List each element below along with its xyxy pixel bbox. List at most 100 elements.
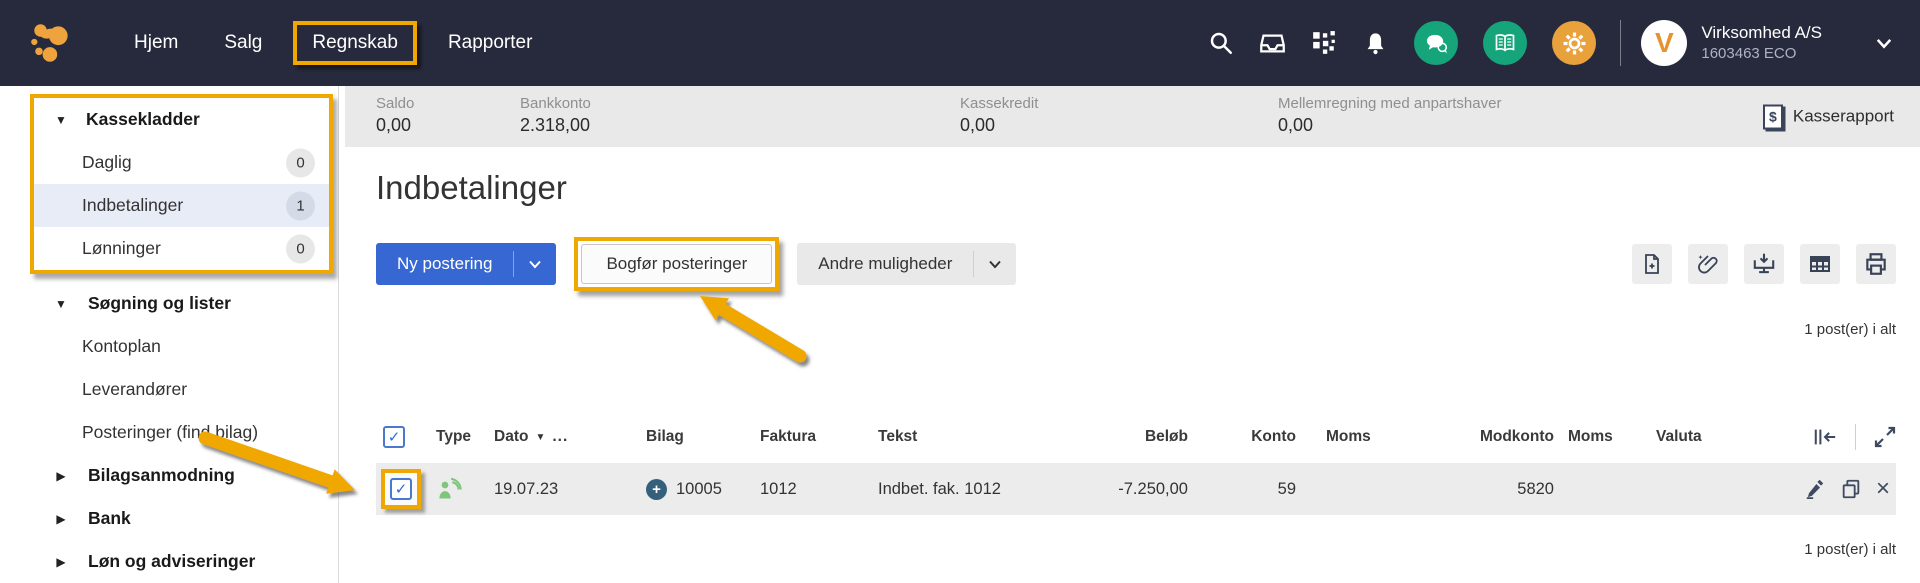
column-header-belob[interactable]: Beløb bbox=[1096, 418, 1188, 456]
section-label: Løn og adviseringer bbox=[88, 551, 255, 572]
customer-payment-icon bbox=[436, 476, 463, 503]
company-org-number: 1603463 ECO bbox=[1701, 44, 1822, 64]
account-summary-bar: Saldo 0,00 Bankkonto 2.318,00 Kassekredi… bbox=[345, 86, 1920, 147]
sidebar-section-bank[interactable]: ▶ Bank bbox=[0, 497, 338, 540]
column-header-faktura[interactable]: Faktura bbox=[756, 418, 874, 456]
chat-support-icon[interactable] bbox=[1414, 21, 1458, 65]
delete-x-icon[interactable]: × bbox=[1876, 477, 1890, 501]
dollar-glyph: $ bbox=[1769, 109, 1777, 125]
bogfor-posteringer-button[interactable]: Bogfør posteringer bbox=[581, 244, 772, 284]
avatar-letter: V bbox=[1655, 27, 1674, 59]
column-header-tekst[interactable]: Tekst bbox=[874, 418, 1096, 456]
header-icon-divider bbox=[1855, 424, 1856, 450]
edit-pencil-icon[interactable] bbox=[1804, 478, 1826, 500]
sidebar-item-indbetalinger[interactable]: Indbetalinger 1 bbox=[34, 184, 329, 227]
section-label: Bilagsanmodning bbox=[88, 465, 235, 486]
inbox-icon[interactable] bbox=[1259, 30, 1286, 57]
copy-icon[interactable] bbox=[1840, 478, 1862, 500]
nav-item-rapporter[interactable]: Rapporter bbox=[425, 22, 556, 64]
top-navigation-bar: Hjem Salg Regnskab Rapporter bbox=[0, 0, 1920, 86]
stat-kassekredit: Kassekredit 0,00 bbox=[960, 95, 1038, 136]
settings-gear-icon[interactable] bbox=[1552, 21, 1596, 65]
check-icon: ✓ bbox=[395, 482, 408, 497]
collapse-columns-icon[interactable] bbox=[1813, 426, 1837, 448]
column-header-konto[interactable]: Konto bbox=[1188, 418, 1296, 456]
column-header-modkonto[interactable]: Modkonto bbox=[1382, 418, 1554, 456]
column-label: Dato bbox=[494, 428, 528, 446]
stat-value: 0,00 bbox=[376, 115, 414, 136]
annotation-box-regnskab: Regnskab bbox=[293, 21, 417, 65]
nav-item-hjem[interactable]: Hjem bbox=[111, 22, 201, 64]
row-checkbox[interactable]: ✓ bbox=[390, 478, 412, 500]
chevron-down-icon[interactable] bbox=[974, 256, 1016, 272]
section-label: Søgning og lister bbox=[88, 293, 231, 314]
stat-mellemregning: Mellemregning med anpartshaver 0,00 bbox=[1278, 95, 1501, 136]
row-moms-cell bbox=[1296, 463, 1382, 515]
main-panel: Saldo 0,00 Bankkonto 2.318,00 Kassekredi… bbox=[339, 86, 1920, 583]
stat-value: 0,00 bbox=[1278, 115, 1501, 136]
sidebar-item-kontoplan[interactable]: Kontoplan bbox=[0, 325, 338, 368]
column-header-valuta[interactable]: Valuta bbox=[1642, 418, 1734, 456]
row-tekst-cell: Indbet. fak. 1012 bbox=[874, 463, 1096, 515]
column-header-dato[interactable]: Dato ▼ ... bbox=[486, 418, 638, 456]
sidebar-item-leverandorer[interactable]: Leverandører bbox=[0, 368, 338, 411]
import-download-icon[interactable] bbox=[1744, 244, 1784, 284]
annotation-box-kassekladder: ▼ Kassekladder Daglig 0 Indbetalinger 1 … bbox=[30, 94, 333, 274]
more-columns-indicator[interactable]: ... bbox=[552, 428, 568, 446]
visma-logo-icon[interactable] bbox=[27, 18, 77, 68]
nav-item-salg[interactable]: Salg bbox=[201, 22, 285, 64]
select-all-checkbox[interactable]: ✓ bbox=[383, 426, 405, 448]
record-count-bottom: 1 post(er) i alt bbox=[339, 541, 1896, 558]
row-valuta-cell bbox=[1642, 463, 1734, 515]
expand-plus-icon[interactable]: + bbox=[646, 479, 667, 500]
section-label: Kassekladder bbox=[86, 109, 200, 130]
handbook-icon[interactable] bbox=[1483, 21, 1527, 65]
sidebar-section-kassekladder[interactable]: ▼ Kassekladder bbox=[34, 98, 329, 141]
stat-label: Saldo bbox=[376, 95, 414, 112]
item-label: Lønninger bbox=[82, 238, 161, 259]
postings-table: ✓ Type Dato ▼ ... Bilag Faktura Tekst Be… bbox=[376, 418, 1896, 515]
sidebar-item-lonninger[interactable]: Lønninger 0 bbox=[34, 227, 329, 270]
sidebar-item-posteringer-find-bilag[interactable]: Posteringer (find bilag) bbox=[0, 411, 338, 454]
nav-item-regnskab[interactable]: Regnskab bbox=[312, 32, 398, 53]
column-header-moms[interactable]: Moms bbox=[1296, 418, 1382, 456]
count-badge: 0 bbox=[286, 234, 315, 263]
stat-value: 2.318,00 bbox=[520, 115, 591, 136]
item-label: Kontoplan bbox=[82, 336, 161, 357]
count-badge: 0 bbox=[286, 148, 315, 177]
row-belob-cell: -7.250,00 bbox=[1096, 463, 1188, 515]
app-root: Hjem Salg Regnskab Rapporter bbox=[0, 0, 1920, 583]
sidebar-section-lon-og-adviseringer[interactable]: ▶ Løn og adviseringer bbox=[0, 540, 338, 583]
row-faktura-cell: 1012 bbox=[756, 463, 874, 515]
chevron-down-icon[interactable] bbox=[514, 256, 556, 272]
account-menu[interactable]: V Virksomhed A/S 1603463 ECO bbox=[1641, 20, 1894, 66]
table-row[interactable]: ✓ 19.07.23 + 10005 bbox=[376, 463, 1896, 515]
andre-muligheder-button[interactable]: Andre muligheder bbox=[797, 243, 1016, 285]
triangle-down-icon: ▼ bbox=[54, 113, 68, 127]
notifications-bell-icon[interactable] bbox=[1362, 30, 1389, 57]
sidebar-item-daglig[interactable]: Daglig 0 bbox=[34, 141, 329, 184]
sidebar-section-bilagsanmodning[interactable]: ▶ Bilagsanmodning bbox=[0, 454, 338, 497]
item-label: Leverandører bbox=[82, 379, 187, 400]
column-header-bilag[interactable]: Bilag bbox=[638, 418, 756, 456]
column-header-moms-2[interactable]: Moms bbox=[1554, 418, 1642, 456]
sidebar-section-sogning-og-lister[interactable]: ▼ Søgning og lister bbox=[0, 282, 338, 325]
search-icon[interactable] bbox=[1208, 30, 1234, 56]
record-count-top: 1 post(er) i alt bbox=[339, 321, 1896, 338]
new-document-icon[interactable] bbox=[1632, 244, 1672, 284]
ny-postering-button[interactable]: Ny postering bbox=[376, 243, 556, 285]
table-view-icon[interactable] bbox=[1800, 244, 1840, 284]
row-moms-2-cell bbox=[1554, 463, 1642, 515]
cash-report-icon: $ bbox=[1763, 104, 1783, 129]
row-actions-cell: × bbox=[1734, 463, 1896, 515]
attach-paperclip-icon[interactable] bbox=[1688, 244, 1728, 284]
column-header-type[interactable]: Type bbox=[424, 418, 486, 456]
chevron-down-icon[interactable] bbox=[1874, 33, 1894, 53]
stat-value: 0,00 bbox=[960, 115, 1038, 136]
kasserapport-button[interactable]: $ Kasserapport bbox=[1763, 104, 1894, 129]
triangle-right-icon: ▶ bbox=[54, 555, 68, 569]
expand-fullscreen-icon[interactable] bbox=[1874, 426, 1896, 448]
apps-grid-icon[interactable] bbox=[1311, 30, 1337, 56]
print-icon[interactable] bbox=[1856, 244, 1896, 284]
stat-label: Kassekredit bbox=[960, 95, 1038, 112]
